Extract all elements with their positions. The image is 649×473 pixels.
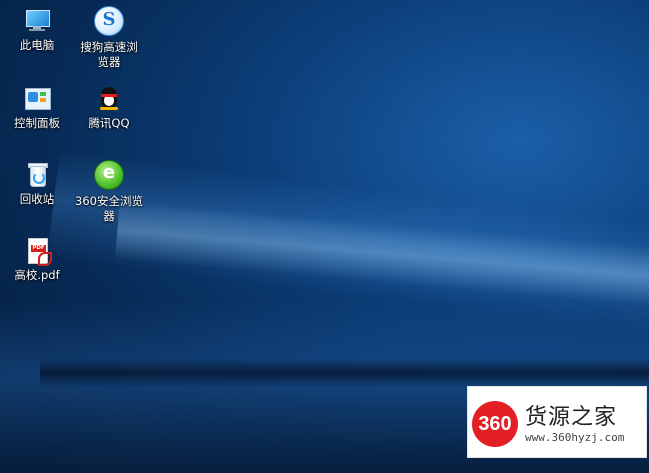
watermark-name: 货源之家 <box>525 405 618 430</box>
control-panel-icon <box>23 84 51 112</box>
desktop-icon-this-pc[interactable]: 此电脑 <box>1 6 73 53</box>
desktop-icon-sogou-browser[interactable]: S 搜狗高速浏览器 <box>73 6 145 70</box>
desktop-icon-label: 高校.pdf <box>14 268 60 282</box>
desktop-icon-control-panel[interactable]: 控制面板 <box>1 84 73 131</box>
watermark-logo: 360 货源之家 www.360hyzj.com <box>467 386 647 458</box>
wallpaper-band <box>40 358 649 388</box>
pdf-file-icon: PDF <box>23 236 52 266</box>
recycle-bin-icon <box>23 160 51 188</box>
desktop-icon-label: 360安全浏览器 <box>75 194 143 223</box>
desktop-icon-360-browser[interactable]: e 360安全浏览器 <box>73 160 145 224</box>
360-browser-icon: e <box>94 160 124 190</box>
qq-penguin-icon <box>95 84 123 112</box>
computer-icon <box>23 6 51 34</box>
desktop-icon-recycle-bin[interactable]: 回收站 <box>1 160 73 207</box>
watermark-url: www.360hyzj.com <box>525 431 625 444</box>
desktop-icon-label: 腾讯QQ <box>88 116 130 130</box>
desktop-icon-pdf-file[interactable]: PDF 高校.pdf <box>1 236 73 283</box>
desktop-icon-label: 此电脑 <box>19 38 55 52</box>
sogou-browser-icon: S <box>94 6 124 36</box>
desktop-icon-label: 控制面板 <box>14 116 60 130</box>
desktop-icon-tencent-qq[interactable]: 腾讯QQ <box>73 84 145 131</box>
watermark-badge: 360 <box>472 401 518 447</box>
desktop-icon-label: 搜狗高速浏览器 <box>80 40 138 69</box>
desktop-icon-label: 回收站 <box>19 192 55 206</box>
